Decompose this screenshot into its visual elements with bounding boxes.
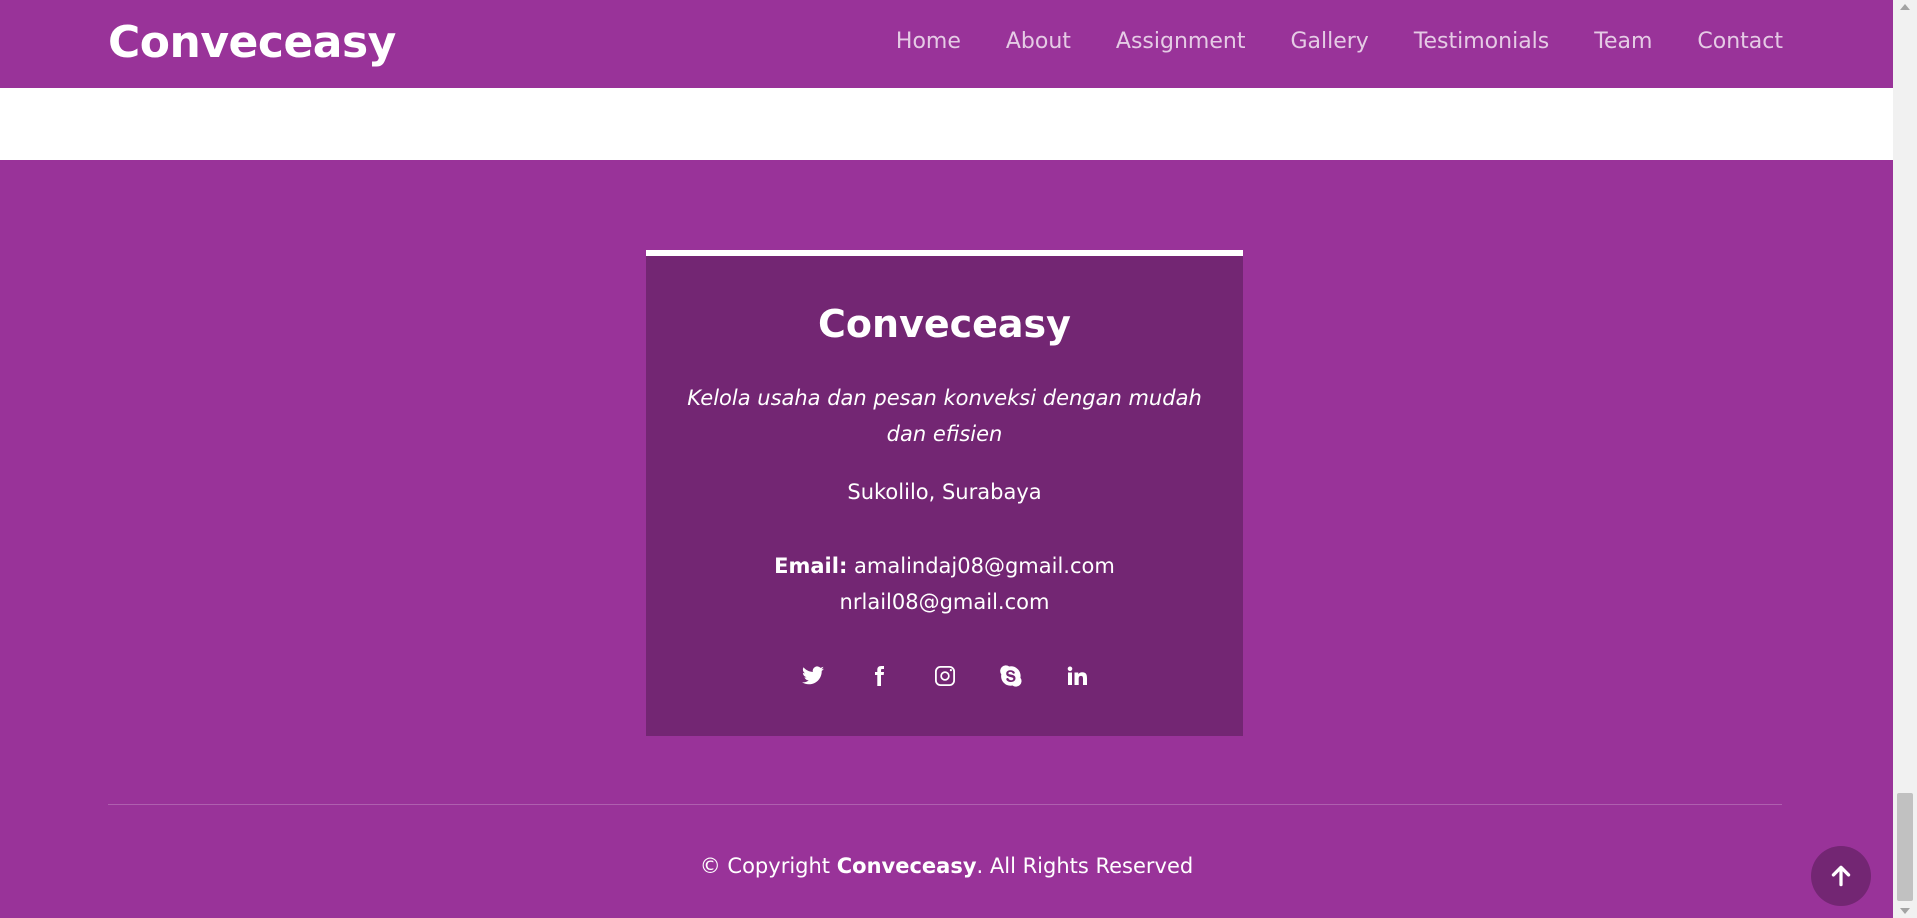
email-label: Email: [774, 554, 848, 578]
nav-home[interactable]: Home [896, 24, 961, 60]
scroll-up-arrow[interactable] [1900, 4, 1910, 10]
footer-brand-title: Conveceasy [818, 302, 1071, 346]
email-secondary[interactable]: nrlail08@gmail.com [840, 590, 1050, 614]
content-section-end [0, 88, 1893, 160]
social-links [646, 658, 1243, 694]
facebook-icon[interactable] [861, 658, 897, 694]
footer-info-card: Conveceasy Kelola usaha dan pesan konvek… [646, 250, 1243, 736]
copyright-text: © Copyright Conveceasy. All Rights Reser… [0, 850, 1893, 882]
scroll-down-arrow[interactable] [1900, 908, 1910, 914]
copyright-prefix: © Copyright [699, 854, 831, 878]
nav-contact[interactable]: Contact [1697, 24, 1783, 60]
nav-gallery[interactable]: Gallery [1290, 24, 1368, 60]
nav-about[interactable]: About [1006, 24, 1071, 60]
scroll-thumb[interactable] [1897, 793, 1913, 901]
footer-address: Sukolilo, Surabaya [847, 480, 1042, 504]
instagram-icon[interactable] [927, 658, 963, 694]
copyright-suffix: . All Rights Reserved [976, 854, 1194, 878]
vertical-scrollbar[interactable] [1893, 0, 1917, 918]
footer-divider [108, 804, 1782, 805]
nav-testimonials[interactable]: Testimonials [1414, 24, 1549, 60]
footer-email-block: Email: amalindaj08@gmail.com nrlail08@gm… [646, 548, 1243, 620]
nav-assignment[interactable]: Assignment [1116, 24, 1246, 60]
linkedin-icon[interactable] [1059, 658, 1095, 694]
main-nav: Home About Assignment Gallery Testimonia… [896, 24, 1783, 60]
site-footer: Conveceasy Kelola usaha dan pesan konvek… [0, 160, 1893, 918]
email-primary[interactable]: amalindaj08@gmail.com [854, 554, 1115, 578]
skype-icon[interactable] [993, 658, 1029, 694]
site-header: Conveceasy Home About Assignment Gallery… [0, 0, 1893, 88]
arrow-up-icon [1831, 865, 1851, 887]
twitter-icon[interactable] [795, 658, 831, 694]
footer-tagline: Kelola usaha dan pesan konveksi dengan m… [687, 386, 1202, 446]
copyright-brand: Conveceasy [836, 854, 977, 878]
site-logo[interactable]: Conveceasy [108, 16, 396, 70]
page: Conveceasy Home About Assignment Gallery… [0, 0, 1893, 918]
back-to-top-button[interactable] [1811, 846, 1871, 906]
nav-team[interactable]: Team [1594, 24, 1652, 60]
